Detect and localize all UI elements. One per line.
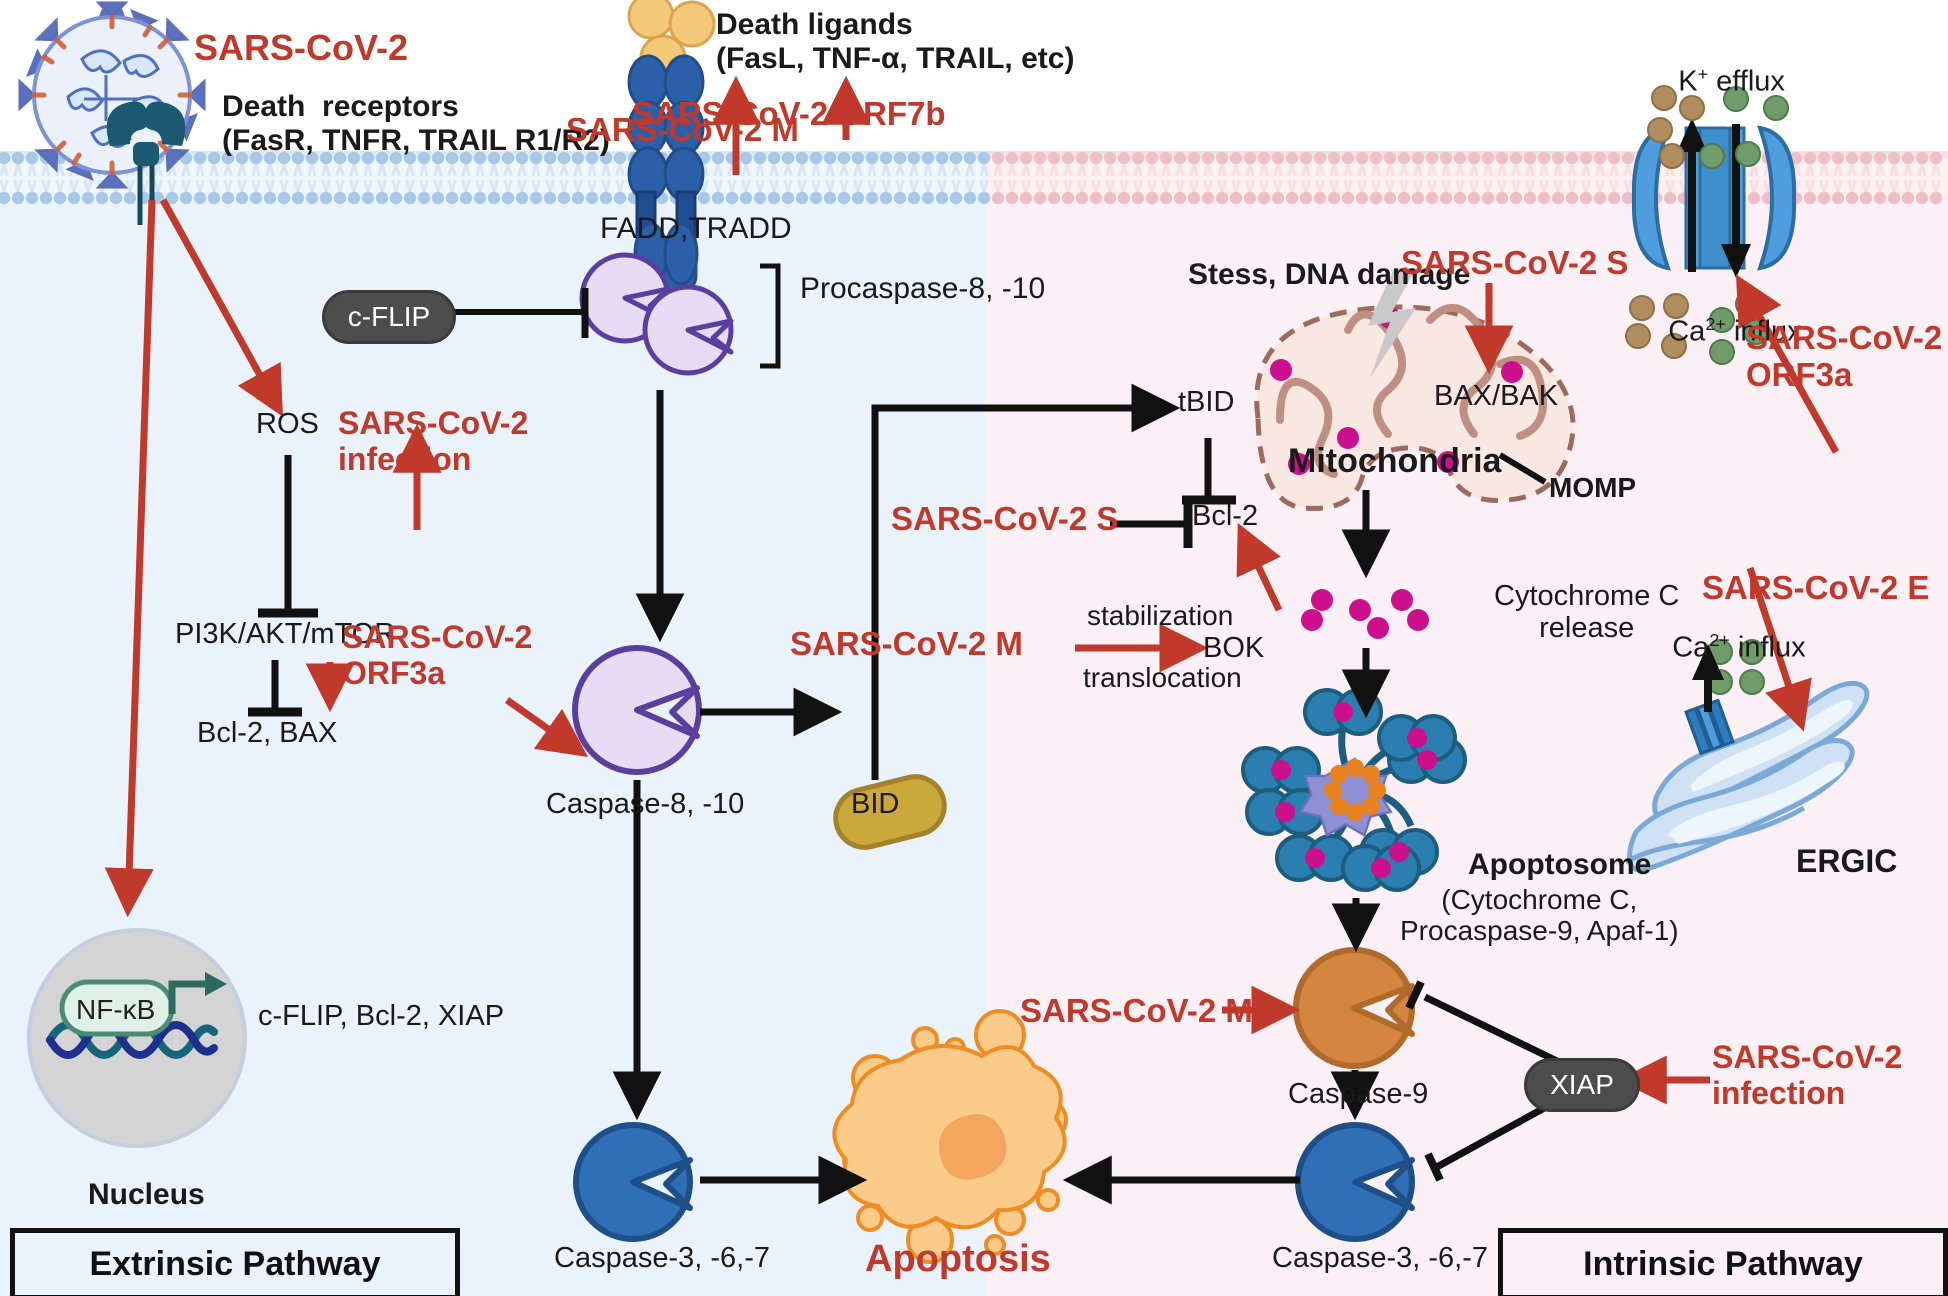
extrinsic-pathway-box: Extrinsic Pathway (10, 1228, 460, 1296)
label-caspase-367-right: Caspase-3, -6,-7 (1272, 1242, 1488, 1274)
label-infection-xiap: SARS-CoV-2 infection (1712, 1039, 1903, 1111)
xiap-node[interactable]: XIAP (1524, 1058, 1640, 1112)
extrinsic-pathway-label: Extrinsic Pathway (89, 1244, 381, 1283)
label-sars-m-bok: SARS-CoV-2 M (790, 625, 1023, 662)
intrinsic-pathway-box: Intrinsic Pathway (1498, 1228, 1948, 1296)
label-tbid: tBID (1178, 386, 1235, 418)
intrinsic-pathway-label: Intrinsic Pathway (1583, 1244, 1863, 1283)
label-apoptosome: Apoptosome (1468, 848, 1652, 881)
xiap-label: XIAP (1550, 1069, 1614, 1100)
label-sars-orf7b: SARS-CoV-2 ORF7b (632, 95, 946, 132)
label-apoptosome-components: (Cytochrome C, Procaspase-9, Apaf-1) (1400, 884, 1679, 947)
arrow-virion-to-nucleus (104, 199, 156, 918)
k-rest: efflux (1708, 66, 1785, 99)
k-superscript: + (1697, 64, 1709, 85)
arrow-orf3a-to-caspase8 (504, 697, 589, 758)
label-apoptosis: Apoptosis (865, 1238, 1051, 1280)
label-caspase-9: Caspase-9 (1288, 1078, 1429, 1110)
label-nf-kb-targets: c-FLIP, Bcl-2, XIAP (258, 1000, 505, 1032)
label-death-receptors: Death receptors (FasR, TNFR, TRAIL R1/R2… (222, 90, 610, 157)
label-sars-s-bax: SARS-CoV-2 S (1401, 244, 1629, 281)
label-mitochondria: Mitochondria (1288, 442, 1502, 480)
label-sars-s-bcl2: SARS-CoV-2 S (891, 500, 1119, 537)
label-ergic: ERGIC (1796, 843, 1898, 879)
label-bok: BOK (1203, 632, 1265, 664)
ca-superscript-2: 2+ (1709, 630, 1730, 651)
label-orf3a-caspase8: SARS-CoV-2 ORF3a (342, 619, 533, 691)
arrow-bok-to-mitochondria (1236, 522, 1283, 612)
label-ros: ROS (256, 408, 319, 440)
label-k-efflux: K+ efflux (1646, 32, 1785, 131)
label-nucleus: Nucleus (88, 1178, 205, 1211)
cflip-label: c-FLIP (347, 301, 431, 332)
k-base: K (1678, 66, 1698, 99)
label-ca-influx-ergic: Ca2+ influx (1640, 598, 1806, 697)
label-bid: BID (851, 788, 900, 820)
label-sars-m-caspase9: SARS-CoV-2 M (1020, 992, 1253, 1029)
label-sars-cov-2: SARS-CoV-2 (194, 27, 409, 68)
cflip-node[interactable]: c-FLIP (322, 290, 456, 344)
label-sars-e-ergic: SARS-CoV-2 E (1702, 569, 1930, 606)
ca-base-2: Ca (1672, 632, 1710, 665)
label-momp: MOMP (1549, 472, 1637, 503)
label-orf3a-channel: SARS-CoV-2 ORF3a (1746, 319, 1943, 393)
label-caspase-367-left: Caspase-3, -6,-7 (554, 1242, 770, 1274)
pathway-diagram: SARS-CoV-2 Death receptors (FasR, TNFR, … (0, 0, 1948, 1296)
label-death-ligands: Death ligands (FasL, TNF-α, TRAIL, etc) (716, 8, 1075, 75)
label-stabilization: stabilization (1087, 600, 1234, 631)
ca-base: Ca (1668, 316, 1706, 349)
label-translocation: translocation (1083, 662, 1242, 693)
arrow-virion-to-ros (159, 198, 283, 417)
label-bcl2-bax: Bcl-2, BAX (197, 717, 338, 749)
arrow-bid-to-tbid (871, 383, 1181, 780)
label-nf-kb: NF-κB (76, 994, 156, 1025)
label-fadd-tradd: FADD,TRADD (600, 212, 792, 245)
ca-rest-2: influx (1729, 632, 1806, 665)
label-procaspase-8-10: Procaspase-8, -10 (800, 272, 1046, 305)
label-bcl2: Bcl-2 (1192, 500, 1259, 532)
label-bax-bak: BAX/BAK (1434, 380, 1559, 412)
label-caspase-8-10: Caspase-8, -10 (546, 788, 745, 820)
label-infection-cflip: SARS-CoV-2 infection (338, 405, 529, 477)
ca-superscript: 2+ (1705, 314, 1726, 335)
